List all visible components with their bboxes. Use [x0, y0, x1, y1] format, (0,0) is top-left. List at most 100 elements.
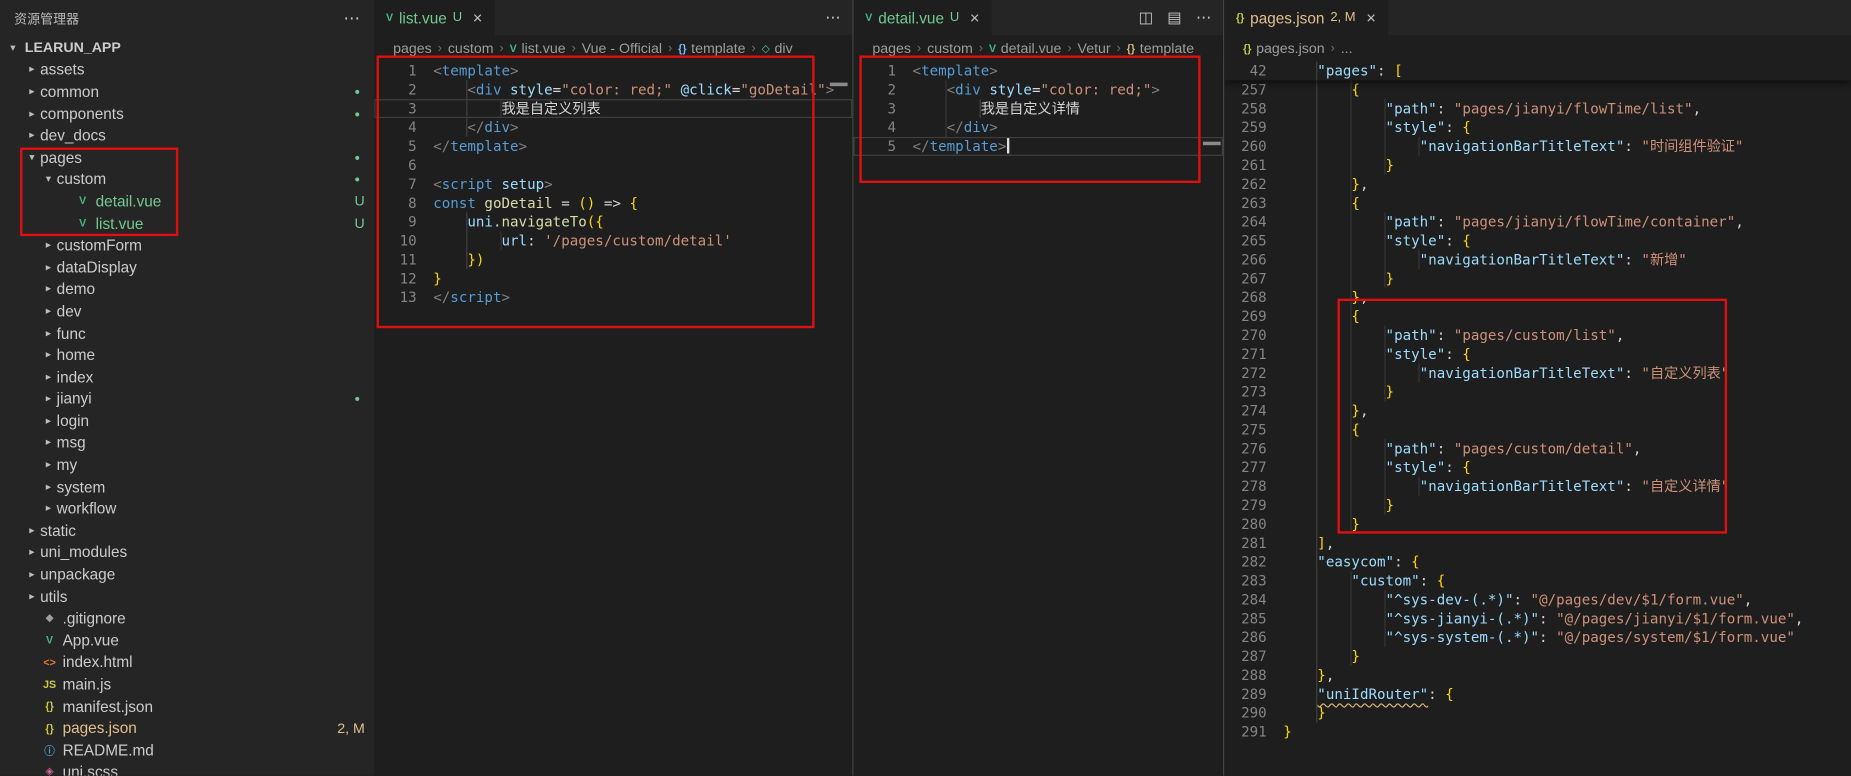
code-line[interactable]: 4 </div>	[374, 118, 852, 137]
code-line[interactable]: 281 ],	[1224, 534, 1851, 553]
tree-item-uni_modules[interactable]: ▸ uni_modules	[0, 541, 374, 563]
tree-item-login[interactable]: ▸ login	[0, 410, 374, 432]
tab-pages-json[interactable]: {} pages.json 2, M ×	[1224, 0, 1387, 35]
tree-item-manifest-json[interactable]: {} manifest.json	[0, 695, 374, 717]
code-line[interactable]: 271 "style": {	[1224, 345, 1851, 364]
breadcrumb-item[interactable]: template	[1140, 40, 1194, 57]
code-line[interactable]: 42 "pages": [	[1224, 61, 1851, 80]
tree-item--gitignore[interactable]: ◆ .gitignore	[0, 607, 374, 629]
code-line[interactable]: 277 "style": {	[1224, 458, 1851, 477]
breadcrumb-item[interactable]: Vetur	[1078, 40, 1111, 57]
tree-item-workflow[interactable]: ▸ workflow	[0, 498, 374, 520]
tree-item-pages-json[interactable]: {} pages.json 2, M	[0, 717, 374, 739]
code-line[interactable]: 264 "path": "pages/jianyi/flowTime/conta…	[1224, 212, 1851, 231]
tree-item-static[interactable]: ▸ static	[0, 519, 374, 541]
code-line[interactable]: 1 <template>	[374, 61, 852, 80]
code-line[interactable]: 2 <div style="color: red;" @click="goDet…	[374, 80, 852, 99]
code-line[interactable]: 11 })	[374, 250, 852, 269]
code-line[interactable]: 290 }	[1224, 704, 1851, 723]
breadcrumb-item[interactable]: custom	[927, 40, 973, 57]
code-line[interactable]: 13 </script>	[374, 288, 852, 307]
code-editor[interactable]: 42 "pages": [ 257 { 258 "path": "pages/j…	[1224, 61, 1851, 775]
code-line[interactable]: 275 {	[1224, 420, 1851, 439]
sticky-scroll-line[interactable]: 42 "pages": [	[1224, 61, 1851, 80]
tree-item-msg[interactable]: ▸ msg	[0, 432, 374, 454]
tree-item-my[interactable]: ▸ my	[0, 454, 374, 476]
breadcrumb-item[interactable]: Vue - Official	[582, 40, 662, 57]
code-line[interactable]: 3 我是自定义列表	[374, 99, 852, 118]
code-line[interactable]: 265 "style": {	[1224, 231, 1851, 250]
breadcrumb-item[interactable]: template	[691, 40, 745, 57]
more-actions-icon[interactable]: ⋯	[825, 8, 840, 27]
close-icon[interactable]: ×	[970, 8, 980, 27]
close-icon[interactable]: ×	[473, 8, 483, 27]
code-line[interactable]: 284 "^sys-dev-(.*)": "@/pages/dev/$1/for…	[1224, 590, 1851, 609]
tree-item-utils[interactable]: ▸ utils	[0, 585, 374, 607]
code-line[interactable]: 261 }	[1224, 156, 1851, 175]
tree-item-uni-scss[interactable]: ◈ uni.scss	[0, 761, 374, 776]
code-line[interactable]: 270 "path": "pages/custom/list",	[1224, 326, 1851, 345]
tree-item-components[interactable]: ▸ components ●	[0, 102, 374, 124]
code-line[interactable]: 269 {	[1224, 307, 1851, 326]
breadcrumb-item[interactable]: ...	[1341, 40, 1353, 57]
close-icon[interactable]: ×	[1366, 8, 1376, 27]
code-editor[interactable]: 1 <template> 2 <div style="color: red;">…	[854, 61, 1223, 775]
more-actions-icon[interactable]: ⋯	[344, 8, 361, 28]
editor-layout-icon[interactable]: ▤	[1167, 8, 1182, 27]
tree-item-list-vue[interactable]: V list.vue U	[0, 212, 374, 234]
tree-item-dataDisplay[interactable]: ▸ dataDisplay	[0, 256, 374, 278]
code-line[interactable]: 5 </template>	[854, 137, 1223, 156]
tree-item-demo[interactable]: ▸ demo	[0, 278, 374, 300]
code-line[interactable]: 10 url: '/pages/custom/detail'	[374, 231, 852, 250]
code-line[interactable]: 273 }	[1224, 382, 1851, 401]
breadcrumb-item[interactable]: pages.json	[1256, 40, 1325, 57]
code-line[interactable]: 272 "navigationBarTitleText": "自定义列表"	[1224, 364, 1851, 383]
tree-item-system[interactable]: ▸ system	[0, 476, 374, 498]
code-line[interactable]: 262 },	[1224, 175, 1851, 194]
breadcrumb-item[interactable]: div	[775, 40, 793, 57]
code-line[interactable]: 263 {	[1224, 194, 1851, 213]
tree-item-assets[interactable]: ▸ assets	[0, 59, 374, 81]
code-line[interactable]: 285 "^sys-jianyi-(.*)": "@/pages/jianyi/…	[1224, 609, 1851, 628]
tree-item-App-vue[interactable]: V App.vue	[0, 629, 374, 651]
code-line[interactable]: 8 const goDetail = () => {	[374, 194, 852, 213]
code-line[interactable]: 1 <template>	[854, 61, 1223, 80]
code-line[interactable]: 289 "uniIdRouter": {	[1224, 685, 1851, 704]
tree-item-pages[interactable]: ▾ pages ●	[0, 146, 374, 168]
code-line[interactable]: 283 "custom": {	[1224, 571, 1851, 590]
code-line[interactable]: 278 "navigationBarTitleText": "自定义详情"	[1224, 477, 1851, 496]
breadcrumb-item[interactable]: pages	[872, 40, 911, 57]
tree-item-detail-vue[interactable]: V detail.vue U	[0, 190, 374, 212]
breadcrumb-item[interactable]: detail.vue	[1001, 40, 1062, 57]
tree-item-home[interactable]: ▸ home	[0, 344, 374, 366]
breadcrumb-item[interactable]: list.vue	[521, 40, 565, 57]
code-line[interactable]: 282 "easycom": {	[1224, 552, 1851, 571]
tree-item-dev_docs[interactable]: ▸ dev_docs	[0, 124, 374, 146]
code-line[interactable]: 6	[374, 156, 852, 175]
tree-item-common[interactable]: ▸ common ●	[0, 80, 374, 102]
tree-item-customForm[interactable]: ▸ customForm	[0, 234, 374, 256]
code-line[interactable]: 9 uni.navigateTo({	[374, 212, 852, 231]
tree-item-unpackage[interactable]: ▸ unpackage	[0, 563, 374, 585]
code-line[interactable]: 2 <div style="color: red;">	[854, 80, 1223, 99]
code-line[interactable]: 287 }	[1224, 647, 1851, 666]
tree-item-main-js[interactable]: JS main.js	[0, 673, 374, 695]
more-actions-icon[interactable]: ⋯	[1196, 8, 1211, 27]
code-line[interactable]: 267 }	[1224, 269, 1851, 288]
code-line[interactable]: 12 }	[374, 269, 852, 288]
code-line[interactable]: 291 }	[1224, 722, 1851, 741]
code-line[interactable]: 286 "^sys-system-(.*)": "@/pages/system/…	[1224, 628, 1851, 647]
code-line[interactable]: 266 "navigationBarTitleText": "新增"	[1224, 250, 1851, 269]
code-line[interactable]: 268 },	[1224, 288, 1851, 307]
breadcrumb-item[interactable]: custom	[448, 40, 494, 57]
explorer-root-folder[interactable]: ▾ LEARUN_APP	[0, 37, 374, 59]
tree-item-README-md[interactable]: ⓘ README.md	[0, 739, 374, 761]
split-editor-icon[interactable]: ◫	[1138, 8, 1153, 27]
tree-item-custom[interactable]: ▾ custom ●	[0, 168, 374, 190]
tree-item-func[interactable]: ▸ func	[0, 322, 374, 344]
tab-list-vue[interactable]: V list.vue U ×	[374, 0, 494, 35]
code-line[interactable]: 276 "path": "pages/custom/detail",	[1224, 439, 1851, 458]
code-line[interactable]: 274 },	[1224, 401, 1851, 420]
code-line[interactable]: 280 }	[1224, 515, 1851, 534]
code-line[interactable]: 3 我是自定义详情	[854, 99, 1223, 118]
